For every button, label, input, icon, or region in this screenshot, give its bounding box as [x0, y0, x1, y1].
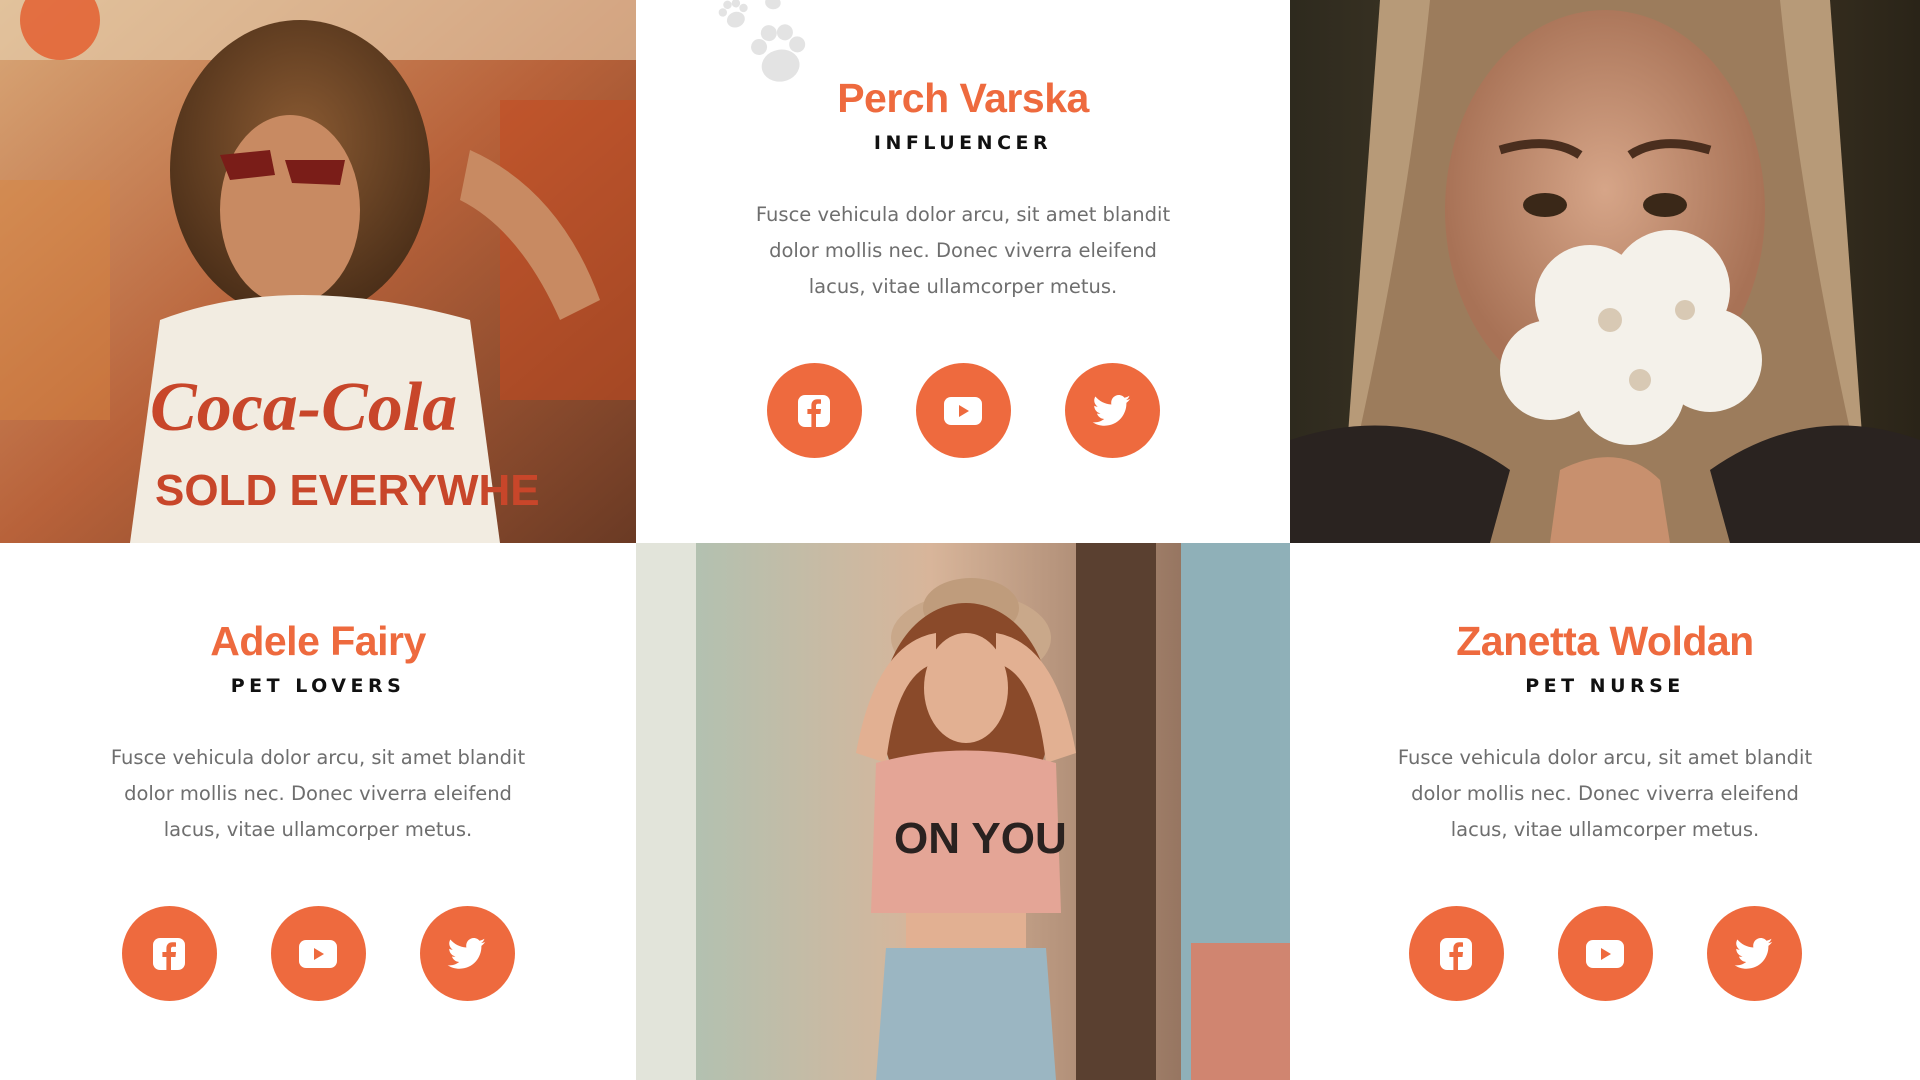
member-name: Adele Fairy	[210, 618, 426, 664]
facebook-button[interactable]	[766, 363, 862, 458]
member-description: Fusce vehicula dolor arcu, sit amet blan…	[110, 746, 526, 841]
member-role: PET NURSE	[1525, 675, 1685, 697]
team-card-perch: Perch Varska INFLUENCER Fusce vehicula d…	[636, 0, 1290, 543]
team-photo-1: Coca-Cola SOLD EVERYWHE	[0, 0, 636, 543]
svg-text:Coca-Cola: Coca-Cola	[150, 369, 457, 446]
team-card-zanetta: Zanetta Woldan PET NURSE Fusce vehicula …	[1290, 543, 1920, 1080]
svg-text:ON YOU: ON YOU	[894, 814, 1067, 863]
paw-prints-icon	[718, 0, 806, 82]
youtube-icon	[299, 939, 337, 968]
member-name: Perch Varska	[837, 75, 1089, 121]
youtube-icon	[1586, 939, 1624, 968]
twitter-icon	[1734, 937, 1773, 969]
facebook-icon	[1440, 937, 1472, 970]
member-description: Fusce vehicula dolor arcu, sit amet blan…	[1397, 746, 1813, 841]
photo-woman-sunglasses: Coca-Cola SOLD EVERYWHE	[0, 0, 636, 543]
photo-woman-flowers	[1290, 0, 1920, 543]
team-photo-3: ON YOU	[636, 543, 1290, 1080]
facebook-button[interactable]	[121, 906, 217, 1001]
photo-woman-hat: ON YOU	[636, 543, 1290, 1080]
youtube-button[interactable]	[270, 906, 366, 1001]
twitter-button[interactable]	[1706, 906, 1802, 1001]
team-card-adele: Adele Fairy PET LOVERS Fusce vehicula do…	[0, 543, 636, 1080]
svg-text:SOLD EVERYWHE: SOLD EVERYWHE	[155, 466, 540, 515]
facebook-icon	[798, 394, 830, 427]
twitter-button[interactable]	[1064, 363, 1160, 458]
facebook-button[interactable]	[1408, 906, 1504, 1001]
twitter-button[interactable]	[419, 906, 515, 1001]
member-role: INFLUENCER	[873, 132, 1053, 154]
social-links	[1408, 906, 1802, 1001]
youtube-icon	[944, 396, 982, 425]
twitter-icon	[447, 937, 486, 969]
facebook-icon	[153, 937, 185, 970]
social-links	[121, 906, 515, 1001]
member-name: Zanetta Woldan	[1456, 618, 1754, 664]
member-role: PET LOVERS	[230, 675, 406, 697]
team-grid: Coca-Cola SOLD EVERYWHE Perch Varska INF…	[0, 0, 1920, 1080]
twitter-icon	[1092, 394, 1131, 426]
team-photo-2	[1290, 0, 1920, 543]
member-description: Fusce vehicula dolor arcu, sit amet blan…	[755, 203, 1171, 298]
youtube-button[interactable]	[1557, 906, 1653, 1001]
youtube-button[interactable]	[915, 363, 1011, 458]
social-links	[766, 363, 1160, 458]
